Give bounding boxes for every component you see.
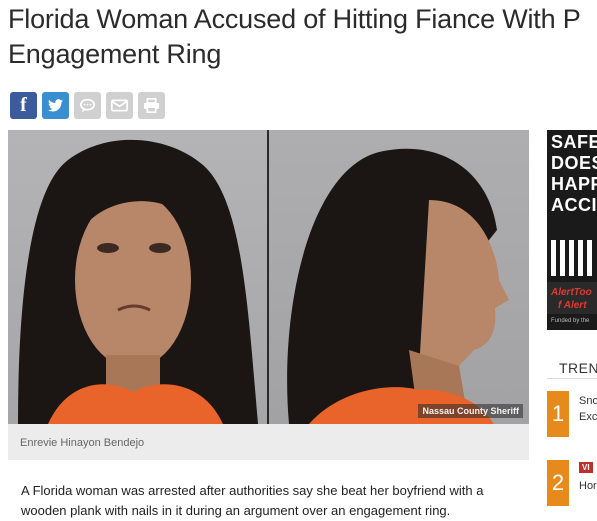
video-badge: VI <box>579 462 593 473</box>
email-icon <box>111 99 128 112</box>
print-icon <box>144 98 159 113</box>
sidebar-ad[interactable]: SAFE DOES HAPP ACCI AlertToo f Alert Fun… <box>547 130 597 330</box>
trending-item-2[interactable]: 2 VI Hor <box>547 460 597 506</box>
photo-caption: Enrevie Hinayon Bendejo <box>20 437 145 449</box>
article-photo-card: Nassau County Sheriff Enrevie Hinayon Be… <box>8 130 529 460</box>
twitter-share-button[interactable] <box>42 92 69 119</box>
share-bar: f <box>10 92 165 120</box>
comment-button[interactable] <box>74 92 101 119</box>
trending-rank: 1 <box>547 391 569 437</box>
article-body: A Florida woman was arrested after autho… <box>21 481 521 521</box>
ad-brand: AlertToo f Alert <box>547 282 597 314</box>
mugshot-profile <box>269 130 529 424</box>
headline-line-1: Florida Woman Accused of Hitting Fiance … <box>8 4 581 34</box>
trending-title-line-1: Sno <box>579 395 597 407</box>
twitter-icon <box>48 99 63 112</box>
headline-line-2: Engagement Ring <box>8 39 222 69</box>
trending-title-line-2: Exc <box>579 411 597 423</box>
photo-credit: Nassau County Sheriff <box>418 404 523 418</box>
facebook-icon: f <box>20 94 27 116</box>
comment-icon <box>80 98 95 113</box>
trending-header: TREN <box>547 358 597 379</box>
trending-item-1[interactable]: 1 Sno Exc <box>547 391 597 437</box>
ad-headline: SAFE DOES HAPP ACCI <box>551 132 597 215</box>
ad-brand-line-1: AlertToo <box>551 287 592 298</box>
trending-title-line-1: Hor <box>579 480 597 492</box>
print-button[interactable] <box>138 92 165 119</box>
mugshot-front <box>8 130 268 424</box>
ad-funded-by: Funded by the <box>551 318 590 324</box>
body-line-2: wooden plank with nails in it during an … <box>21 503 451 518</box>
facebook-share-button[interactable]: f <box>10 92 37 119</box>
body-line-1: A Florida woman was arrested after autho… <box>21 483 484 498</box>
trending-rank: 2 <box>547 460 569 506</box>
mugshot-photo[interactable]: Nassau County Sheriff <box>8 130 529 424</box>
trending-label: TREN <box>559 360 597 376</box>
email-share-button[interactable] <box>106 92 133 119</box>
ad-brand-line-2: f Alert <box>558 300 587 311</box>
article-headline: Florida Woman Accused of Hitting Fiance … <box>8 2 597 72</box>
